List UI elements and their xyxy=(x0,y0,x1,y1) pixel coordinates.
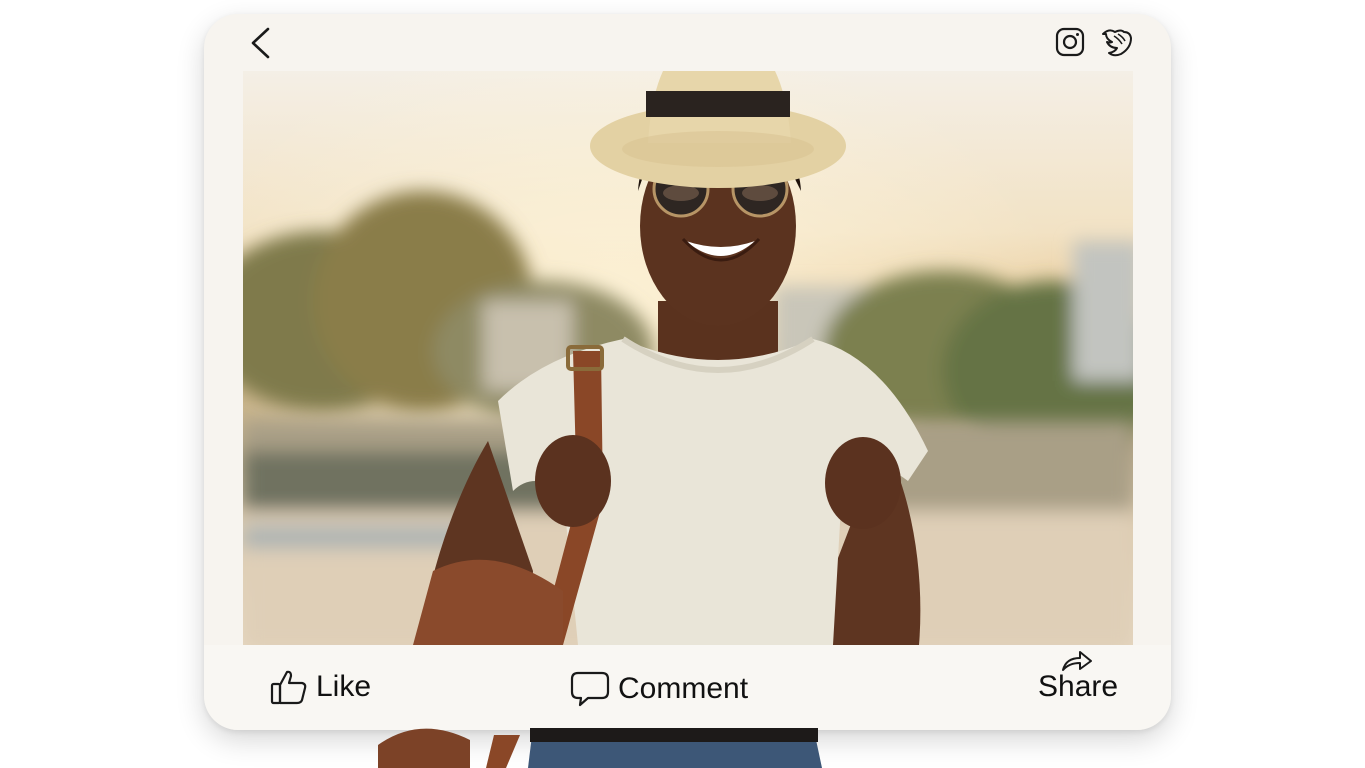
like-button[interactable]: Like xyxy=(270,664,371,710)
share-label: Share xyxy=(1038,670,1119,703)
share-button[interactable]: Share xyxy=(1036,648,1126,710)
bird-icon[interactable] xyxy=(1100,26,1134,58)
comment-button[interactable]: Comment xyxy=(570,668,748,710)
photo-scene xyxy=(243,71,1133,645)
chevron-left-icon[interactable] xyxy=(246,26,274,60)
comment-label: Comment xyxy=(618,672,749,705)
instagram-camera-icon[interactable] xyxy=(1055,27,1085,57)
social-post-screen: Like Comment Share xyxy=(0,0,1365,768)
thumbs-up-icon xyxy=(270,670,307,705)
post-photo[interactable] xyxy=(243,71,1133,645)
like-label: Like xyxy=(316,670,372,703)
speech-bubble-icon xyxy=(570,671,610,707)
